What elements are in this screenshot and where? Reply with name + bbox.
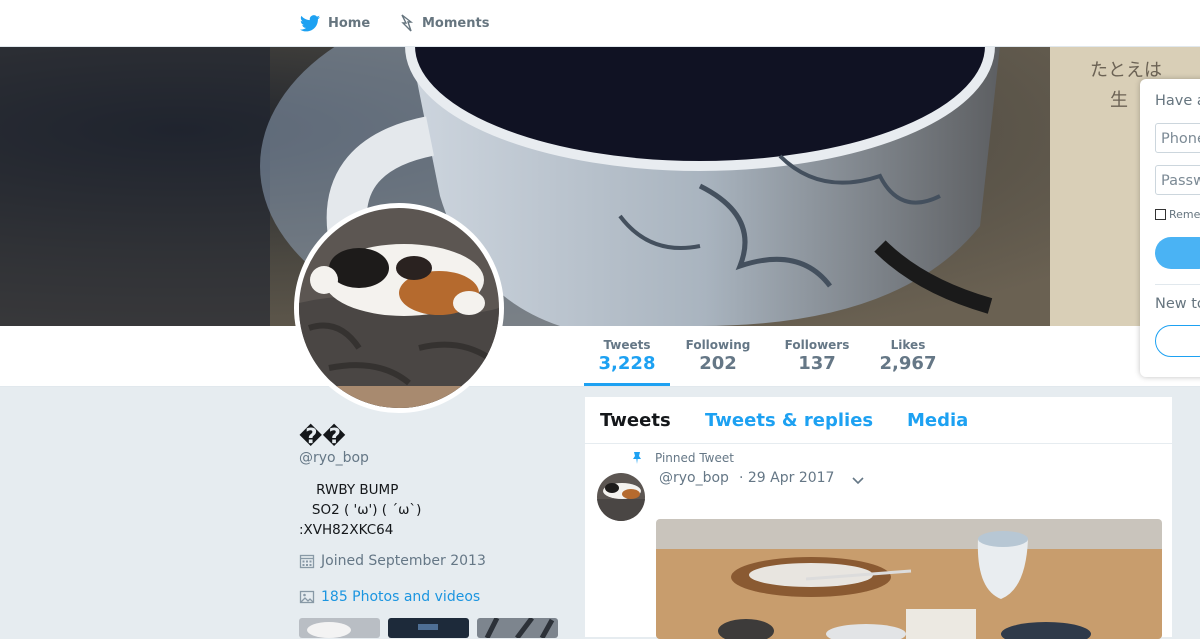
remember-checkbox[interactable] <box>1155 209 1166 220</box>
login-title: Have a <box>1155 93 1200 109</box>
svg-text:たとえは: たとえは <box>1090 60 1162 81</box>
login-divider <box>1155 284 1200 285</box>
remember-me[interactable]: Reme <box>1155 208 1200 221</box>
joined-label: Joined September 2013 <box>321 553 486 569</box>
timeline-tabs: Tweets Tweets & replies Media <box>585 397 1172 444</box>
photos-videos-label: 185 Photos and videos <box>321 589 481 605</box>
password-input[interactable]: Passw <box>1155 165 1200 195</box>
pinned-tweet-context: Pinned Tweet <box>630 451 734 465</box>
login-card: Have a Phone Passw Reme New to <box>1140 79 1200 377</box>
tweet-photo[interactable] <box>656 519 1162 639</box>
nav-home[interactable]: Home <box>300 0 370 46</box>
nav-moments-label: Moments <box>422 15 490 31</box>
phone-email-input[interactable]: Phone <box>1155 123 1200 153</box>
profile-stats-nav: Tweets 3,228 Following 202 Followers 137… <box>0 326 1200 387</box>
stat-following-label: Following <box>685 338 751 352</box>
profile-header-banner: たとえは 生 <box>0 46 1200 326</box>
calendar-icon <box>299 554 315 569</box>
nav-home-label: Home <box>328 15 371 31</box>
signup-button[interactable] <box>1155 325 1200 357</box>
pinned-label: Pinned Tweet <box>655 451 734 465</box>
stat-following-value: 202 <box>699 353 737 374</box>
signup-prompt: New to <box>1155 296 1200 312</box>
photo-thumbnail[interactable] <box>477 618 558 638</box>
photos-videos-link[interactable]: 185 Photos and videos <box>299 589 480 605</box>
timeline: Tweets Tweets & replies Media Pinned Twe… <box>585 397 1172 639</box>
stat-likes-label: Likes <box>890 338 926 352</box>
moments-bolt-icon <box>401 14 414 32</box>
banner-coffee-image: たとえは 生 <box>0 46 1200 326</box>
chevron-down-icon <box>852 477 864 485</box>
stat-followers-label: Followers <box>784 338 850 352</box>
avatar-cat-image <box>299 208 499 408</box>
photo-thumbnail[interactable] <box>299 618 380 638</box>
profile-handle[interactable]: @ryo_bop <box>299 450 369 466</box>
svg-text:生: 生 <box>1110 90 1128 111</box>
profile-joined-date: Joined September 2013 <box>299 553 486 569</box>
photo-thumbnail[interactable] <box>388 618 469 638</box>
profile-avatar[interactable] <box>294 203 504 413</box>
stat-likes-value: 2,967 <box>879 353 937 374</box>
stat-followers-value: 137 <box>798 353 836 374</box>
stat-tweets-label: Tweets <box>603 338 651 352</box>
login-button[interactable] <box>1155 237 1200 269</box>
profile-name: �� <box>299 424 346 448</box>
tweet-menu-button[interactable] <box>851 472 865 491</box>
stat-followers[interactable]: Followers 137 <box>780 326 854 386</box>
tweet-author-handle[interactable]: @ryo_bop <box>659 470 729 486</box>
top-navigation: Home Moments <box>0 0 1200 47</box>
nav-moments[interactable]: Moments <box>400 0 489 46</box>
profile-bio: RWBY BUMP SO2 ( 'ω') ( ´ω`) :XVH82XKC64 <box>299 482 422 538</box>
pin-icon <box>633 452 641 464</box>
tab-media[interactable]: Media <box>907 410 968 431</box>
tweet-avatar[interactable] <box>597 473 645 521</box>
twitter-bird-icon <box>300 14 320 31</box>
stat-likes[interactable]: Likes 2,967 <box>876 326 940 386</box>
remember-label: Reme <box>1169 208 1200 221</box>
tweet-date[interactable]: · 29 Apr 2017 <box>739 470 834 486</box>
tab-tweets[interactable]: Tweets <box>600 410 671 431</box>
stat-following[interactable]: Following 202 <box>682 326 754 386</box>
tab-tweets-replies[interactable]: Tweets & replies <box>705 410 873 431</box>
stat-tweets-value: 3,228 <box>598 353 656 374</box>
stat-tweets[interactable]: Tweets 3,228 <box>584 326 670 386</box>
photo-icon <box>299 590 315 604</box>
